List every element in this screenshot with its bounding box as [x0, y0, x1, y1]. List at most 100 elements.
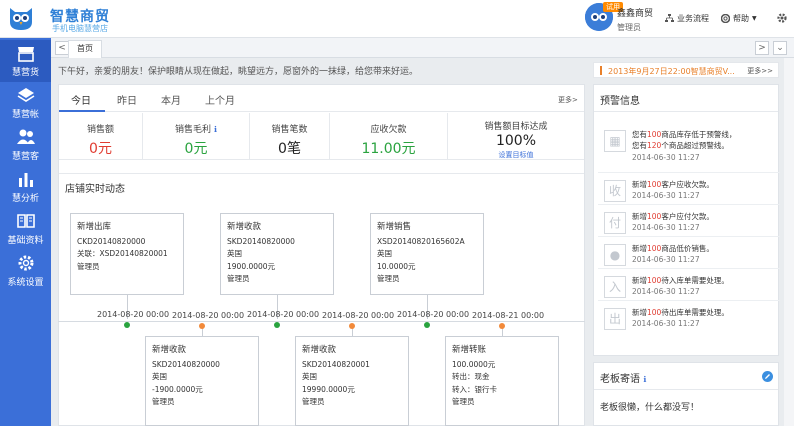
sidebar-item-label: 基础资料 — [7, 236, 44, 246]
chevron-down-icon: ▼ — [752, 15, 757, 22]
tab-today[interactable]: 今日 — [71, 92, 91, 107]
tab-last-month[interactable]: 上个月 — [205, 92, 235, 107]
timeline-dot — [274, 322, 280, 328]
gear-icon[interactable] — [776, 12, 788, 24]
alert-text-part: 商品库存低于预警线， — [661, 130, 737, 139]
card-line: 管理员 — [77, 261, 100, 271]
stat-sales-target: 销售额目标达成 100% 设置目标值 — [448, 113, 584, 160]
sidebar-item-goods[interactable]: 慧营货 — [0, 40, 51, 82]
divider — [594, 111, 778, 112]
alert-date: 2014-06-30 11:27 — [632, 255, 700, 264]
tab-home[interactable]: 首页 — [68, 40, 102, 58]
store-icon — [17, 47, 34, 62]
alert-item[interactable]: 收 新增100客户应收欠款。 2014-06-30 11:27 — [600, 176, 780, 212]
stat-value: 100% — [495, 133, 537, 149]
card-line: CKD20140820000 — [77, 236, 146, 246]
timeline-card[interactable]: 新增出库 CKD20140820000 关联：XSD20140820001 管理… — [70, 213, 184, 295]
info-icon[interactable]: ℹ — [214, 125, 217, 134]
workflow-label: 业务流程 — [677, 14, 709, 23]
stat-value: 0元 — [184, 141, 208, 157]
sidebar-item-analysis[interactable]: 慧分析 — [0, 166, 51, 208]
tab-yesterday[interactable]: 昨日 — [117, 92, 137, 107]
alert-count: 100 — [647, 212, 662, 221]
help-menu[interactable]: 帮助 ▼ — [721, 13, 757, 24]
shop-name[interactable]: 鑫鑫商贸 — [617, 6, 653, 19]
sidebar-item-customers[interactable]: 慧营客 — [0, 124, 51, 166]
set-target-link[interactable]: 设置目标值 — [448, 150, 584, 160]
timeline-date: 2014-08-20 00:00 — [247, 310, 320, 319]
timeline-card[interactable]: 新增收款 SKD20140820000 英国 1900.0000元 管理员 — [220, 213, 334, 295]
alert-text-part: 新增 — [632, 276, 647, 285]
owl-logo-icon — [10, 8, 32, 30]
alert-count: 100 — [647, 308, 662, 317]
alert-item[interactable]: ▦ 您有100商品库存低于预警线， 您有120个商品超过预警线。 2014-06-… — [600, 126, 780, 170]
alert-item[interactable]: 付 新增100客户应付欠款。 2014-06-30 11:27 — [600, 208, 780, 244]
alert-text-part: 新增 — [632, 308, 647, 317]
divider — [594, 389, 778, 390]
top-bar: 智慧商贸 手机电脑慧营店 试用 鑫鑫商贸 管理员 业务流程 帮助 ▼ — [0, 0, 794, 38]
sidebar-item-basic-data[interactable]: 基础资料 — [0, 208, 51, 250]
page-scrollbar[interactable] — [784, 58, 794, 426]
stat-receivable: 应收欠款 11.00元 — [330, 113, 448, 160]
alert-date: 2014-06-30 11:27 — [632, 319, 700, 328]
alert-text-part: 商品低价销售。 — [661, 244, 714, 253]
stat-label: 销售额目标达成 — [484, 122, 548, 132]
alert-count: 100 — [647, 244, 662, 253]
workflow-link[interactable]: 业务流程 — [665, 13, 709, 24]
sidebar: 慧营货 慧营帐 慧营客 慧分析 基础资料 系统设置 — [0, 38, 51, 426]
announcement-text[interactable]: 2013年9月27日22:00智慧商贸V... — [608, 66, 735, 77]
alert-text: 新增100客户应付欠款。 — [632, 211, 714, 222]
divider — [59, 173, 584, 174]
alert-text: 新增100商品低价销售。 — [632, 243, 714, 254]
period-tabs: 今日 昨日 本月 上个月 更多> — [59, 85, 584, 112]
gear-icon — [18, 255, 33, 271]
announcement-more-link[interactable]: 更多>> — [747, 66, 773, 76]
announcement-marker — [600, 66, 602, 75]
timeline-date: 2014-08-20 00:00 — [397, 310, 470, 319]
edit-icon[interactable] — [762, 371, 773, 382]
info-icon[interactable]: ℹ — [643, 375, 646, 384]
alerts-title: 预警信息 — [600, 96, 640, 107]
card-line: 转出：现金 — [452, 372, 490, 382]
alert-item[interactable]: 入 新增100待入库单需要处理。 2014-06-30 11:27 — [600, 272, 780, 308]
boss-message-panel: 老板寄语 ℹ 老板很懒，什么都没写！ — [593, 362, 779, 426]
card-line: 管理员 — [377, 274, 400, 284]
card-line: 管理员 — [302, 397, 325, 407]
timeline-card[interactable]: 新增收款 SKD20140820001 英国 19990.0000元 管理员 — [295, 336, 409, 426]
alert-text-part: 客户应付欠款。 — [661, 212, 714, 221]
alert-item[interactable]: ● 新增100商品低价销售。 2014-06-30 11:27 — [600, 240, 780, 276]
sidebar-item-account[interactable]: 慧营帐 — [0, 82, 51, 124]
card-line: 关联：XSD20140820001 — [77, 249, 168, 259]
alert-count: 100 — [647, 130, 662, 139]
timeline-card[interactable]: 新增收款 SKD20140820000 英国 -1900.0000元 管理员 — [145, 336, 259, 426]
alert-item[interactable]: 出 新增100待出库单需要处理。 2014-06-30 11:27 — [600, 304, 780, 340]
ledger-icon — [17, 88, 34, 102]
period-more-link[interactable]: 更多> — [558, 95, 578, 105]
announcement-bar: 2013年9月27日22:00智慧商贸V... 更多>> — [593, 62, 779, 78]
tab-scroll-left-button[interactable]: < — [55, 41, 69, 55]
tab-menu-button[interactable]: ⌄ — [773, 41, 787, 55]
stat-sales: 销售额 0元 — [59, 113, 143, 160]
tab-this-month[interactable]: 本月 — [161, 92, 181, 107]
stat-label: 销售额 — [86, 125, 114, 135]
sidebar-item-settings[interactable]: 系统设置 — [0, 250, 51, 292]
timeline-card[interactable]: 新增转账 100.0000元 转出：现金 转入：银行卡 管理员 — [445, 336, 559, 426]
card-line: SKD20140820001 — [302, 359, 370, 369]
sidebar-item-label: 慧营货 — [11, 68, 39, 78]
stat-sales-count: 销售笔数 0笔 — [250, 113, 330, 160]
alert-text-part: 您有 — [632, 141, 647, 150]
card-line: 19990.0000元 — [302, 384, 355, 394]
timeline-date: 2014-08-20 00:00 — [322, 311, 395, 320]
card-line: 管理员 — [227, 274, 250, 284]
tab-scroll-right-button[interactable]: > — [755, 41, 769, 55]
timeline-card[interactable]: 新增销售 XSD20140820165602A 英国 10.0000元 管理员 — [370, 213, 484, 295]
stat-label: 销售毛利 ℹ — [143, 122, 249, 135]
card-title: 新增收款 — [152, 345, 187, 355]
card-line: 转入：银行卡 — [452, 384, 497, 394]
price-icon: ● — [604, 244, 626, 266]
tab-bar: < 首页 > ⌄ — [51, 38, 794, 58]
alert-date: 2014-06-30 11:27 — [632, 223, 700, 232]
alert-count: 120 — [647, 141, 662, 150]
card-line: 100.0000元 — [452, 359, 496, 369]
timeline-dot — [199, 323, 205, 329]
